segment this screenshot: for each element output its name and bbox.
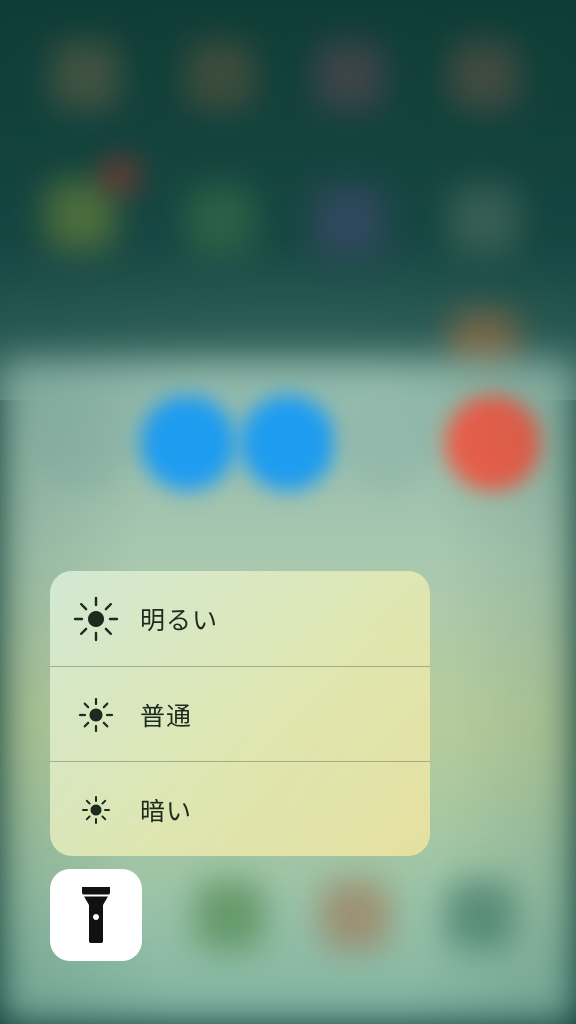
menu-item-dim[interactable]: 暗い xyxy=(50,761,430,856)
menu-item-label: 普通 xyxy=(140,701,193,731)
menu-item-bright[interactable]: 明るい xyxy=(50,571,430,666)
sun-small-icon xyxy=(82,795,110,824)
menu-item-label: 明るい xyxy=(140,605,219,635)
menu-item-normal[interactable]: 普通 xyxy=(50,666,430,762)
menu-item-label: 暗い xyxy=(140,796,193,826)
flashlight-intensity-menu: 明るい 普通 暗い xyxy=(50,571,430,856)
sun-medium-icon xyxy=(78,697,114,732)
sun-large-icon xyxy=(73,596,119,641)
flashlight-icon xyxy=(82,887,110,943)
flashlight-button[interactable] xyxy=(50,869,142,961)
